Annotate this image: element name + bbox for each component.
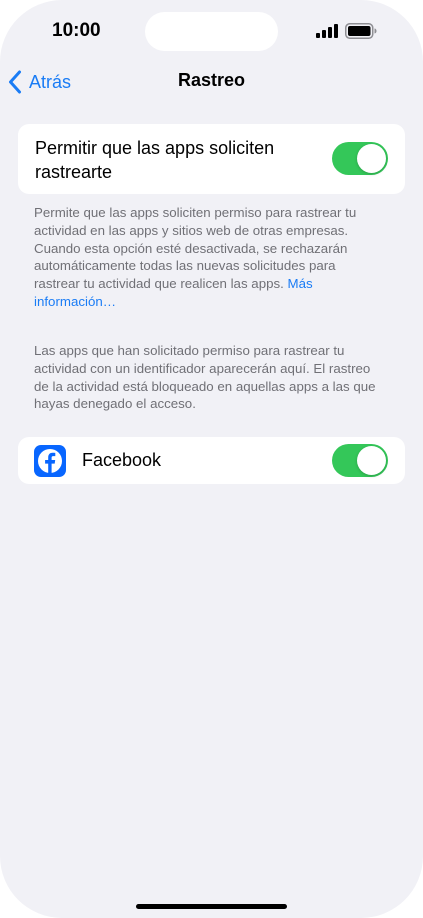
battery-full-icon xyxy=(345,23,377,39)
permit-tracking-row: Permitir que las apps soliciten rastrear… xyxy=(18,124,405,194)
permit-tracking-toggle[interactable] xyxy=(332,142,388,175)
dynamic-island xyxy=(145,12,278,51)
toggle-knob xyxy=(357,144,386,173)
permit-tracking-label: Permitir que las apps soliciten rastrear… xyxy=(35,138,275,182)
cellular-signal-icon xyxy=(316,24,338,38)
app-name: Facebook xyxy=(82,450,162,470)
home-indicator[interactable] xyxy=(136,904,287,909)
page-title: Rastreo xyxy=(177,70,246,90)
phone-screen: 10:00 Atrás Rastreo Permitir que las app… xyxy=(0,0,423,918)
toggle-knob xyxy=(357,446,386,475)
facebook-tracking-toggle[interactable] xyxy=(332,444,388,477)
app-row-facebook: Facebook xyxy=(18,437,405,484)
permit-description: Permite que las apps soliciten permiso p… xyxy=(34,204,384,311)
status-time: 10:00 xyxy=(52,20,101,41)
facebook-icon xyxy=(34,445,66,477)
apps-description: Las apps que han solicitado permiso para… xyxy=(34,343,376,412)
